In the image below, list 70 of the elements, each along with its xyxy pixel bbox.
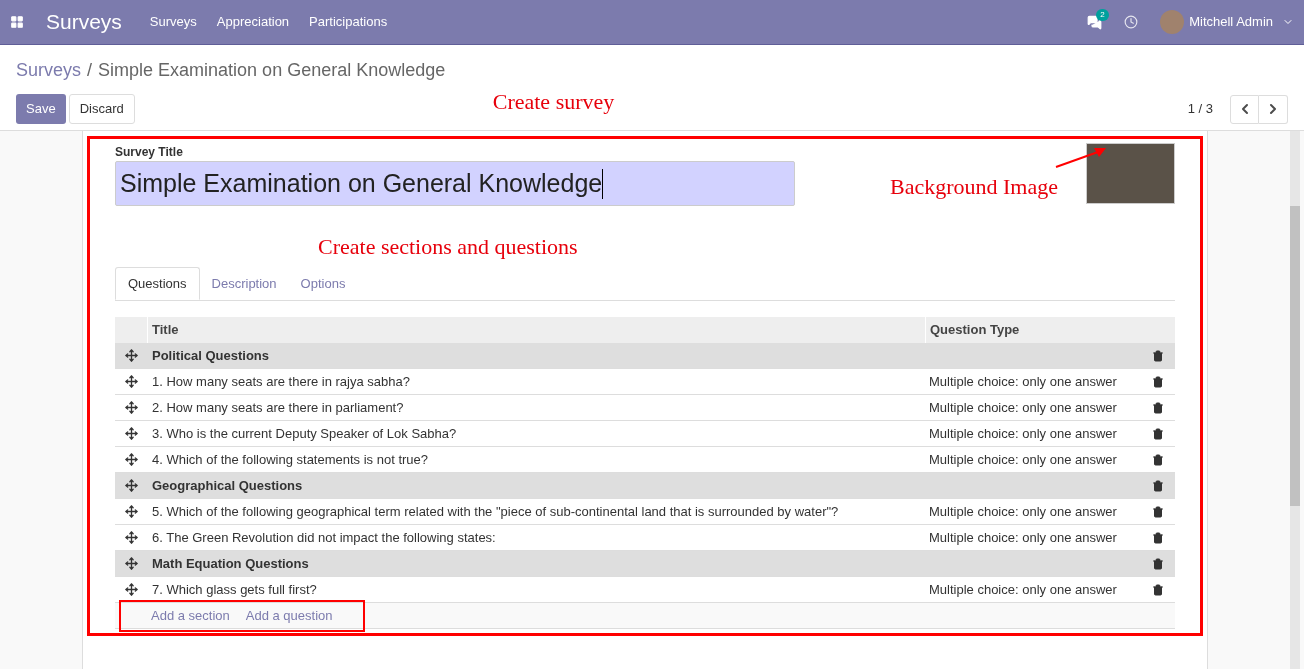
tab[interactable]: Description: [199, 267, 289, 300]
trash-icon[interactable]: [1152, 505, 1164, 518]
trash-icon[interactable]: [1152, 479, 1164, 492]
annotation-text: Background Image: [890, 173, 1058, 201]
tab[interactable]: Questions: [115, 267, 200, 300]
next-button[interactable]: [1259, 94, 1288, 124]
table-cell-text: 3. Who is the current Deputy Speaker of Lok Sabha?: [151, 424, 458, 443]
trash-icon[interactable]: [1152, 427, 1164, 440]
discard-button[interactable]: Discard: [68, 94, 135, 124]
nav-menu-item[interactable]: Appreciation: [216, 12, 290, 32]
drag-handle-icon[interactable]: [125, 557, 138, 570]
section-row[interactable]: Math Equation Questions: [115, 551, 1175, 577]
tab[interactable]: Options: [288, 267, 358, 300]
breadcrumb-separator: /: [87, 59, 93, 82]
drag-handle-icon[interactable]: [125, 427, 138, 440]
add-link[interactable]: Add a section: [151, 605, 230, 626]
breadcrumb-link[interactable]: Surveys: [16, 57, 82, 84]
trash-icon[interactable]: [1152, 557, 1164, 570]
trash-icon[interactable]: [1152, 401, 1164, 414]
drag-handle-icon[interactable]: [125, 479, 138, 492]
survey-title-field[interactable]: Simple Examination on General Knowledge: [115, 161, 795, 206]
section-row[interactable]: Political Questions: [115, 343, 1175, 369]
table-cell-text: 1. How many seats are there in rajya sabha?: [151, 372, 411, 391]
add-link[interactable]: Add a question: [245, 605, 333, 626]
photo-placeholder[interactable]: [1086, 143, 1175, 204]
column-header: Title: [151, 321, 180, 340]
chat-icon[interactable]: [1087, 14, 1103, 30]
trash-icon[interactable]: [1152, 375, 1164, 388]
drag-handle-icon[interactable]: [125, 531, 138, 544]
table-cell-text: Multiple choice: only one answer: [928, 580, 1118, 599]
drag-handle-icon[interactable]: [125, 505, 138, 518]
field-label: Survey Title: [115, 144, 184, 161]
table-cell-text: 5. Which of the following geographical term related with the "piece of sub-continental land that is surrounded by water"?: [151, 502, 840, 521]
breadcrumb-current: Simple Examination on General Knowledge: [98, 59, 446, 82]
table-cell-text: Multiple choice: only one answer: [928, 528, 1118, 547]
table-cell-text: 2. How many seats are there in parliament?: [151, 398, 405, 417]
activity-icon[interactable]: [1124, 15, 1139, 29]
table-cell-text: 7. Which glass gets full first?: [151, 580, 318, 599]
avatar: [1160, 10, 1185, 34]
trash-icon[interactable]: [1152, 453, 1164, 466]
table-cell-text: Geographical Questions: [151, 476, 304, 495]
drag-handle-icon[interactable]: [125, 349, 138, 362]
user-name[interactable]: Mitchell Admin: [1189, 12, 1273, 32]
table-cell-text: Multiple choice: only one answer: [928, 424, 1118, 443]
save-button[interactable]: Save: [16, 94, 66, 124]
table-cell-text: Political Questions: [151, 346, 271, 365]
table-cell-text: Multiple choice: only one answer: [928, 398, 1118, 417]
trash-icon[interactable]: [1152, 531, 1164, 544]
drag-handle-icon[interactable]: [125, 453, 138, 466]
annotation-text: Create survey: [492, 87, 615, 116]
section-row[interactable]: Geographical Questions: [115, 473, 1175, 499]
trash-icon[interactable]: [1152, 583, 1164, 596]
drag-handle-icon[interactable]: [125, 375, 138, 388]
apps-menu-icon[interactable]: [10, 15, 24, 29]
drag-handle-icon[interactable]: [125, 583, 138, 596]
table-cell-text: Multiple choice: only one answer: [928, 502, 1118, 521]
trash-icon[interactable]: [1152, 349, 1164, 362]
table-cell-text: Multiple choice: only one answer: [928, 372, 1118, 391]
table-cell-text: Multiple choice: only one answer: [928, 450, 1118, 469]
nav-menu-item[interactable]: Surveys: [149, 12, 197, 32]
nav-menu-item[interactable]: Participations: [309, 12, 388, 32]
table-cell-text: Math Equation Questions: [151, 554, 310, 573]
previous-button[interactable]: [1230, 94, 1259, 124]
pager-value: 1 / 3: [1187, 100, 1213, 119]
drag-handle-icon[interactable]: [125, 401, 138, 414]
notification-badge: 2: [1096, 8, 1109, 21]
annotation-text: Create sections and questions: [318, 233, 579, 261]
app-name: Surveys: [46, 9, 122, 36]
table-cell-text: 4. Which of the following statements is not true?: [151, 450, 430, 469]
table-cell-text: 6. The Green Revolution did not impact the following states:: [151, 528, 497, 547]
